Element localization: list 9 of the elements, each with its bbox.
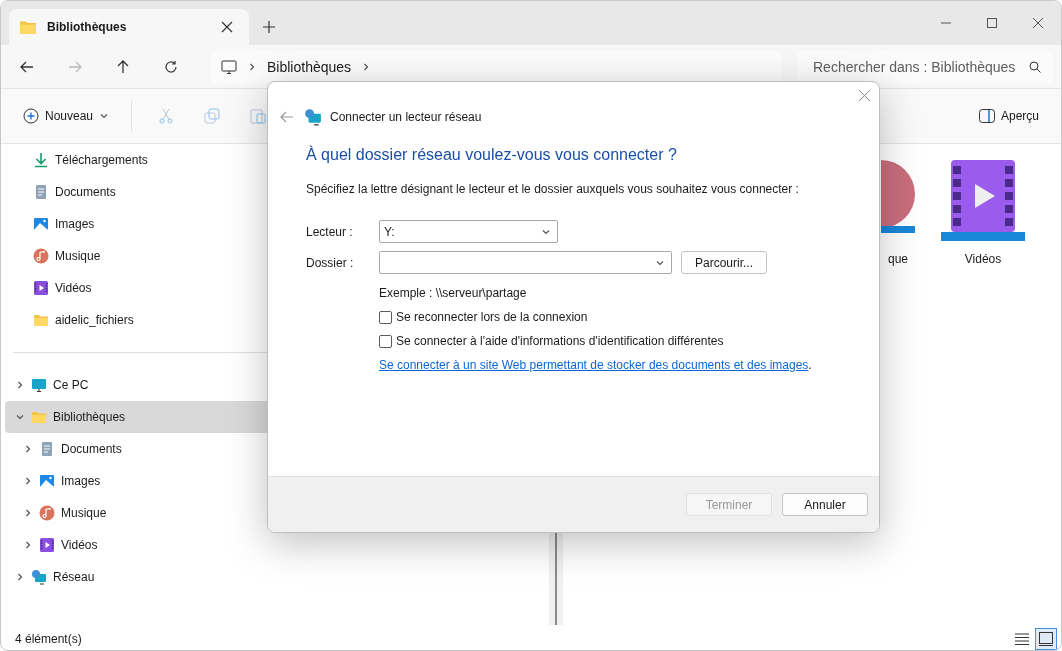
- example-text: Exemple : \\serveur\partage: [379, 286, 528, 300]
- link-period: .: [808, 358, 812, 372]
- dialog-heading: À quel dossier réseau voulez-vous vous connecter ?: [306, 146, 678, 164]
- folder-label: Dossier :: [306, 255, 355, 270]
- dialog-title: Connecter un lecteur réseau: [330, 110, 482, 124]
- tab-title: Bibliothèques: [47, 20, 128, 34]
- item-count: 4 élément(s): [15, 631, 82, 646]
- drive-label: Lecteur :: [306, 224, 354, 239]
- instruction-text: Spécifiez la lettre désignant le lecteur et le dossier auxquels vous souhaitez vous connecter :: [306, 182, 800, 196]
